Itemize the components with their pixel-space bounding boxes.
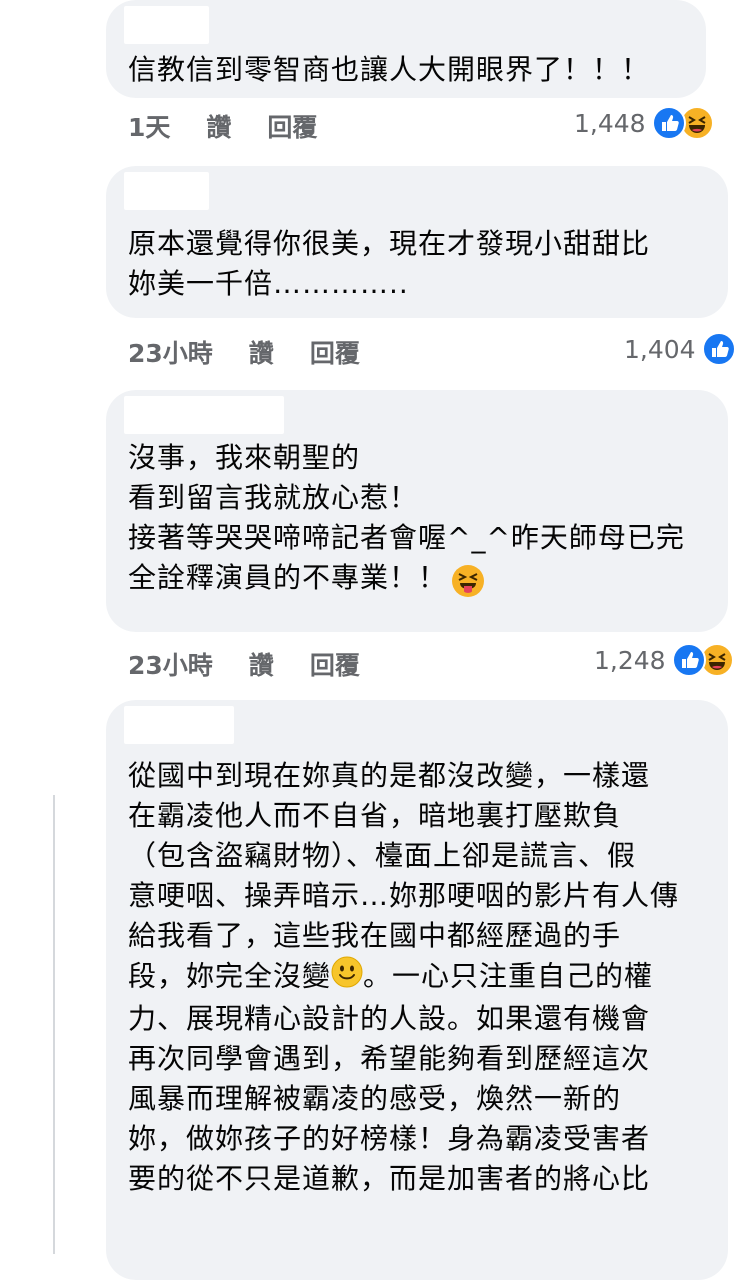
reaction-count: 1,248 bbox=[594, 645, 666, 675]
reply-button[interactable]: 回覆 bbox=[310, 334, 360, 370]
comment-text-block: 從國中到現在妳真的是都沒改變，一樣還 在霸凌他人而不自省，暗地裏打壓欺負 （包含… bbox=[128, 756, 718, 1199]
comment-bubble: 信教信到零智商也讓人大開眼界了！！！ bbox=[106, 0, 706, 98]
comment-text: 原本還覺得你很美，現在才發現小甜甜比 妳美一千倍………….. bbox=[128, 227, 651, 300]
like-reaction-icon bbox=[671, 643, 706, 677]
reaction-summary[interactable]: 1,448 bbox=[574, 106, 714, 140]
comment-3: 沒事，我來朝聖的 看到留言我就放心惹！ 接著等哭哭啼啼記者會喔^_^昨天師母已完… bbox=[106, 390, 734, 680]
comment-time[interactable]: 23小時 bbox=[128, 334, 213, 370]
comment-bubble: 沒事，我來朝聖的 看到留言我就放心惹！ 接著等哭哭啼啼記者會喔^_^昨天師母已完… bbox=[106, 390, 728, 632]
squinting-tongue-face-icon bbox=[451, 564, 485, 602]
redacted-author-name bbox=[124, 172, 209, 210]
reply-button[interactable]: 回覆 bbox=[267, 108, 317, 144]
redacted-author-name bbox=[124, 6, 209, 44]
reply-button[interactable]: 回覆 bbox=[310, 646, 360, 682]
comment-text: 從國中到現在妳真的是都沒改變，一樣還 在霸凌他人而不自省，暗地裏打壓欺負 （包含… bbox=[128, 759, 680, 993]
reaction-summary[interactable]: 1,248 bbox=[594, 643, 734, 677]
comment-text-continued: 。一心只注重自己的權 力、展現精心設計的人設。如果還有機會 再次同學會遇到，希望… bbox=[128, 959, 654, 1196]
comment-actions: 23小時 讚 回覆 bbox=[128, 334, 360, 370]
comment-bubble: 從國中到現在妳真的是都沒改變，一樣還 在霸凌他人而不自省，暗地裏打壓欺負 （包含… bbox=[106, 700, 728, 1280]
reply-thread-line bbox=[53, 795, 55, 1254]
reaction-count: 1,404 bbox=[624, 334, 696, 364]
slightly-smiling-face-icon bbox=[331, 956, 363, 999]
comment-time[interactable]: 1天 bbox=[128, 108, 170, 144]
comment-text: 沒事，我來朝聖的 看到留言我就放心惹！ 接著等哭哭啼啼記者會喔^_^昨天師母已完… bbox=[128, 441, 685, 594]
redacted-author-name bbox=[124, 706, 234, 744]
comment-text-block: 沒事，我來朝聖的 看到留言我就放心惹！ 接著等哭哭啼啼記者會喔^_^昨天師母已完… bbox=[128, 438, 685, 602]
like-button[interactable]: 讚 bbox=[206, 108, 231, 144]
comment-text: 信教信到零智商也讓人大開眼界了！！！ bbox=[128, 53, 651, 86]
like-reaction-icon bbox=[701, 332, 736, 366]
like-reaction-icon bbox=[651, 106, 686, 140]
like-button[interactable]: 讚 bbox=[249, 334, 274, 370]
comment-4: 從國中到現在妳真的是都沒改變，一樣還 在霸凌他人而不自省，暗地裏打壓欺負 （包含… bbox=[106, 700, 728, 1280]
comment-actions: 1天 讚 回覆 bbox=[128, 108, 317, 144]
reaction-count: 1,448 bbox=[574, 108, 646, 138]
comment-time[interactable]: 23小時 bbox=[128, 646, 213, 682]
reaction-summary[interactable]: 1,404 bbox=[624, 332, 736, 366]
comment-actions: 23小時 讚 回覆 bbox=[128, 646, 360, 682]
comment-bubble: 原本還覺得你很美，現在才發現小甜甜比 妳美一千倍………….. bbox=[106, 166, 728, 318]
like-button[interactable]: 讚 bbox=[249, 646, 274, 682]
comment-1: 信教信到零智商也讓人大開眼界了！！！ 1天 讚 回覆 1,448 bbox=[106, 0, 714, 142]
redacted-author-name bbox=[124, 396, 284, 434]
comment-2: 原本還覺得你很美，現在才發現小甜甜比 妳美一千倍………….. 23小時 讚 回覆… bbox=[106, 166, 736, 368]
